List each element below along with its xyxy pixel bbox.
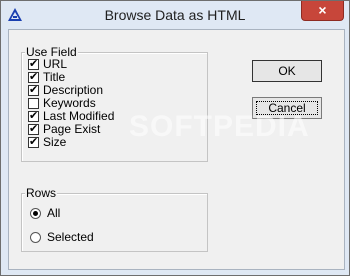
radio-label: Selected	[47, 230, 94, 244]
check-mark-icon: ✔	[29, 58, 39, 70]
dialog-window: Browse Data as HTML × Use Field ✔ URL ✔ …	[0, 0, 350, 276]
ok-button-label: OK	[278, 64, 296, 78]
rows-group: Rows All Selected	[21, 186, 208, 252]
radio-button[interactable]	[30, 207, 41, 219]
checkbox-box[interactable]: ✔	[28, 84, 39, 96]
check-mark-icon: ✔	[29, 136, 39, 148]
title-bar[interactable]: Browse Data as HTML ×	[1, 1, 349, 29]
ok-button[interactable]: OK	[252, 60, 322, 82]
checkbox-box[interactable]: ✔	[28, 71, 39, 83]
radio-selected[interactable]: Selected	[30, 230, 94, 244]
checkbox-label: Size	[43, 135, 67, 149]
check-mark-icon: ✔	[29, 71, 39, 83]
check-mark-icon: ✔	[29, 84, 39, 96]
check-mark-icon: ✔	[29, 110, 39, 122]
window-title: Browse Data as HTML	[104, 7, 246, 23]
dialog-client-area: Use Field ✔ URL ✔ Title ✔ Description Ke…	[8, 29, 345, 270]
checkbox-box[interactable]	[28, 98, 39, 109]
use-field-group: Use Field ✔ URL ✔ Title ✔ Description Ke…	[21, 45, 208, 162]
radio-button[interactable]	[30, 231, 41, 243]
check-mark-icon: ✔	[29, 123, 39, 135]
cancel-button[interactable]: Cancel	[252, 97, 322, 119]
rows-legend: Rows	[25, 186, 58, 200]
checkbox-box[interactable]: ✔	[28, 110, 39, 122]
radio-label: All	[47, 206, 61, 220]
checkbox-box[interactable]: ✔	[28, 58, 39, 70]
radio-selected-dot-icon	[33, 210, 38, 216]
close-button[interactable]: ×	[301, 1, 344, 21]
checkbox-box[interactable]: ✔	[28, 123, 39, 135]
radio-all[interactable]: All	[30, 206, 60, 220]
checkbox-size[interactable]: ✔ Size	[28, 136, 66, 149]
cancel-button-label: Cancel	[268, 101, 306, 115]
checkbox-box[interactable]: ✔	[28, 136, 39, 148]
